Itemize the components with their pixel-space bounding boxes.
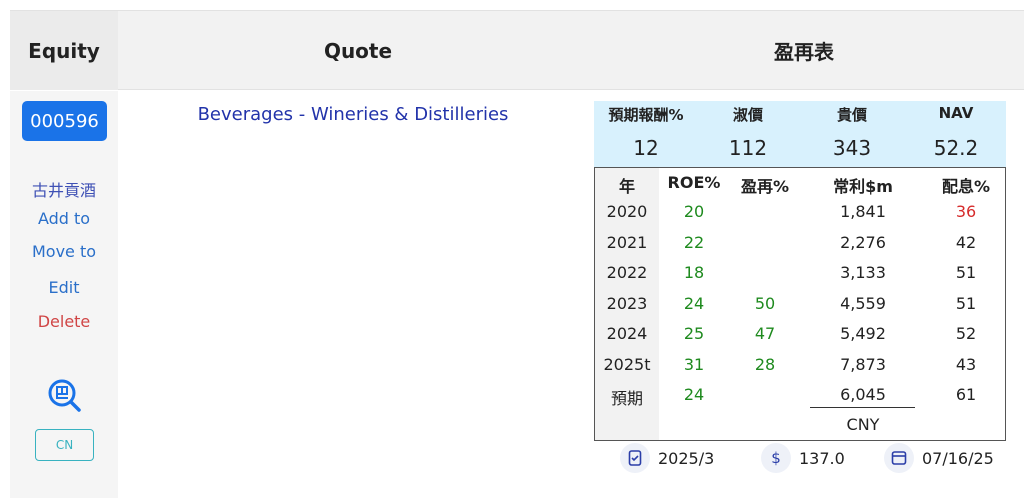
cell-year: 2022 — [606, 263, 648, 282]
cell-dividend: 51 — [955, 263, 977, 282]
cell-dividend: 51 — [955, 293, 977, 313]
th-dividend: 配息% — [941, 177, 991, 196]
cell-roe: 18 — [683, 263, 705, 282]
table-header: Equity Quote 盈再表 — [10, 10, 1024, 90]
cheap-price-value: 112 — [728, 136, 768, 160]
cell-profit: 5,492 — [840, 324, 886, 343]
market-cn-button[interactable]: CN — [35, 429, 94, 461]
edit-link[interactable]: Edit — [10, 278, 118, 297]
cell-dividend: 36 — [955, 202, 977, 221]
cell-year: 2023 — [606, 293, 648, 313]
cell-roe: 24 — [683, 293, 705, 313]
cell-year: 2021 — [606, 232, 648, 252]
cell-dividend: 43 — [955, 354, 977, 374]
cell-year: 2024 — [606, 324, 648, 343]
cell-profit: 6,045 — [840, 385, 886, 404]
delete-link[interactable]: Delete — [10, 312, 118, 331]
cell-dividend: 42 — [955, 232, 977, 252]
expensive-price-label: 貴價 — [836, 106, 867, 124]
date-item: 07/16/25 — [884, 443, 994, 473]
th-reinvest: 盈再% — [740, 177, 790, 196]
period-item: 2025/3 — [620, 443, 714, 473]
cheap-price-label: 淑價 — [732, 106, 763, 124]
th-profit: 常利$m — [833, 177, 893, 196]
expected-return-label: 預期報酬% — [608, 106, 684, 124]
header-quote: Quote — [323, 38, 393, 63]
cell-roe: 22 — [683, 232, 705, 252]
th-roe: ROE% — [667, 173, 721, 192]
cell-roe: 25 — [683, 324, 705, 343]
cell-profit: 2,276 — [840, 232, 886, 252]
industry-link[interactable]: Beverages - Wineries & Distilleries — [118, 104, 588, 125]
cell-profit: 7,873 — [840, 354, 886, 374]
expensive-price-value: 343 — [832, 136, 872, 160]
nav-value: 52.2 — [933, 136, 979, 160]
company-name-link[interactable]: 古井貢酒 — [10, 177, 118, 201]
price-value: 137.0 — [799, 448, 845, 468]
cell-roe: 24 — [683, 385, 705, 404]
price-item: $ 137.0 — [761, 443, 845, 473]
move-to-link[interactable]: Move to — [10, 242, 118, 261]
cell-year: 2025t — [603, 354, 651, 374]
header-equity: Equity — [10, 11, 118, 90]
header-table-title: 盈再表 — [774, 40, 834, 64]
th-year: 年 — [618, 177, 635, 196]
add-to-link[interactable]: Add to — [10, 209, 118, 228]
calendar-icon — [884, 443, 914, 473]
earnings-table: 年 ROE% 盈再% 常利$m 配息% 2020 20 1,841 36 2021 22 2… — [594, 167, 1006, 441]
cell-dividend: 61 — [955, 385, 977, 404]
dollar-icon: $ — [761, 443, 791, 473]
expected-return-value: 12 — [633, 136, 659, 160]
valuation-summary: 預期報酬% 淑價 貴價 NAV 12 112 343 52.2 — [594, 101, 1006, 167]
magnifier-search-icon[interactable] — [48, 379, 82, 413]
cell-dividend: 52 — [955, 324, 977, 343]
cell-profit: 3,133 — [840, 263, 886, 282]
cell-reinvest: 47 — [754, 324, 776, 343]
profit-underline — [810, 407, 915, 408]
nav-label: NAV — [938, 104, 974, 122]
cell-year: 預期 — [610, 389, 643, 408]
cell-reinvest: 28 — [754, 354, 776, 374]
document-icon — [620, 443, 650, 473]
equity-column: 000596 古井貢酒 Add to Move to Edit Delete C… — [10, 91, 118, 498]
cell-profit: 4,559 — [840, 293, 886, 313]
stock-code-button[interactable]: 000596 — [22, 101, 107, 141]
cell-roe: 31 — [683, 354, 705, 374]
period-value: 2025/3 — [658, 448, 715, 468]
cell-profit: 1,841 — [840, 202, 886, 221]
cell-year: 2020 — [606, 202, 648, 221]
currency-label: CNY — [846, 415, 880, 434]
date-value: 07/16/25 — [922, 448, 994, 468]
cell-reinvest: 50 — [754, 293, 776, 313]
cell-roe: 20 — [683, 202, 705, 221]
